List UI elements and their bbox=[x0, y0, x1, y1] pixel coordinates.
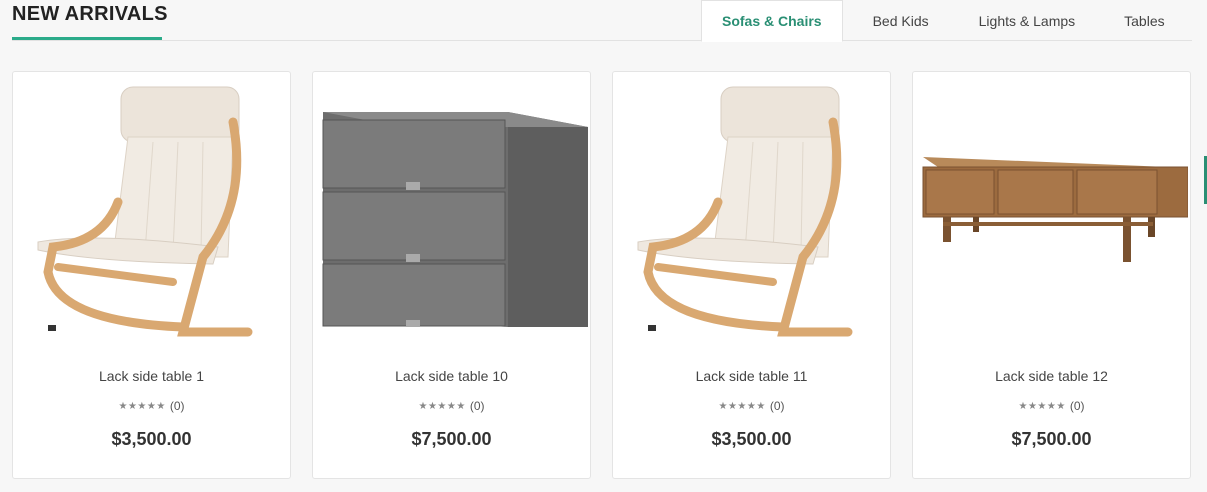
product-name[interactable]: Lack side table 10 bbox=[313, 368, 590, 384]
product-card[interactable]: Lack side table 1 ★★★★★ (0) $3,500.00 bbox=[12, 71, 291, 479]
product-rating: ★★★★★ (0) bbox=[613, 399, 890, 413]
product-price: $7,500.00 bbox=[1011, 429, 1092, 449]
product-price: $3,500.00 bbox=[111, 429, 192, 449]
rating-stars-icon: ★★★★★ bbox=[418, 400, 466, 412]
product-card[interactable]: Lack side table 10 ★★★★★ (0) $7,500.00 bbox=[312, 71, 591, 479]
product-grid: Lack side table 1 ★★★★★ (0) $3,500.00 La… bbox=[12, 71, 1191, 479]
tab-lights-lamps[interactable]: Lights & Lamps bbox=[956, 0, 1099, 41]
rating-count: (0) bbox=[1069, 399, 1085, 413]
product-card[interactable]: Lack side table 12 ★★★★★ (0) $7,500.00 bbox=[912, 71, 1191, 479]
tab-tables[interactable]: Tables bbox=[1098, 0, 1186, 41]
product-rating: ★★★★★ (0) bbox=[13, 399, 290, 413]
product-card[interactable]: Lack side table 11 ★★★★★ (0) $3,500.00 bbox=[612, 71, 891, 479]
product-rating: ★★★★★ (0) bbox=[313, 399, 590, 413]
product-name[interactable]: Lack side table 12 bbox=[913, 368, 1190, 384]
tv-bench-image[interactable] bbox=[914, 73, 1191, 350]
rating-stars-icon: ★★★★★ bbox=[718, 400, 766, 412]
product-name[interactable]: Lack side table 11 bbox=[613, 368, 890, 384]
tab-bed-kids[interactable]: Bed Kids bbox=[843, 0, 956, 41]
rating-count: (0) bbox=[769, 399, 785, 413]
rating-stars-icon: ★★★★★ bbox=[118, 400, 166, 412]
armchair-image[interactable] bbox=[14, 73, 291, 350]
product-name[interactable]: Lack side table 1 bbox=[13, 368, 290, 384]
drawer-cabinet-image[interactable] bbox=[314, 73, 591, 350]
section-title: NEW ARRIVALS bbox=[12, 3, 168, 25]
rating-count: (0) bbox=[469, 399, 485, 413]
product-rating: ★★★★★ (0) bbox=[913, 399, 1190, 413]
category-tabs: Sofas & Chairs Bed Kids Lights & Lamps T… bbox=[701, 0, 1187, 42]
rating-count: (0) bbox=[169, 399, 185, 413]
product-price: $3,500.00 bbox=[711, 429, 792, 449]
product-price: $7,500.00 bbox=[411, 429, 492, 449]
section-header: NEW ARRIVALS Sofas & Chairs Bed Kids Lig… bbox=[0, 0, 1207, 42]
rating-stars-icon: ★★★★★ bbox=[1018, 400, 1066, 412]
tab-sofas-chairs[interactable]: Sofas & Chairs bbox=[701, 0, 843, 42]
armchair-image[interactable] bbox=[614, 73, 891, 350]
